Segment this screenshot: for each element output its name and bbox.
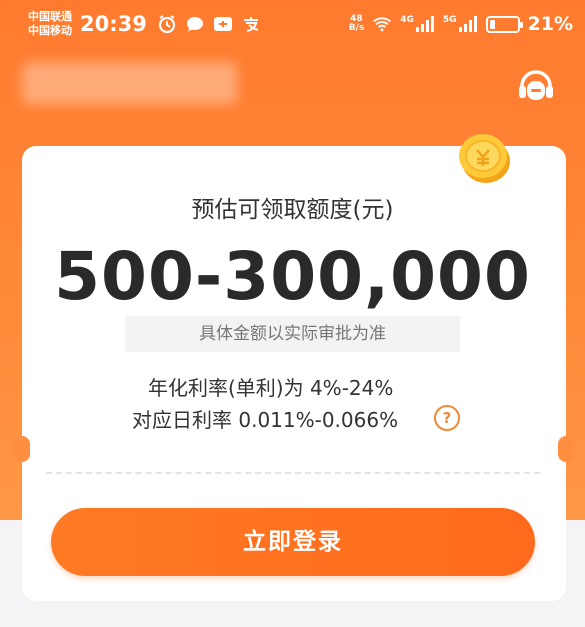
card-notch-left (14, 436, 30, 462)
signal-icon: 4G (400, 15, 435, 33)
coin-icon (455, 128, 513, 186)
limit-amount: 500-300,000 (54, 238, 531, 315)
status-right: 48 B/s 4G 5G 21% (349, 13, 573, 35)
net-speed: 48 B/s (349, 15, 365, 33)
annual-rate: 年化利率(单利)为 4%-24% (148, 376, 394, 400)
status-bar: 中国联通 中国移动 20:39 48 B/s 4G 5G 21% (0, 0, 585, 48)
message-icon (185, 14, 205, 34)
header-title-redacted (22, 62, 237, 104)
card-notch-right (558, 436, 574, 462)
battery-icon (485, 15, 523, 33)
daily-rate: 对应日利率 0.011%-0.066% (132, 408, 399, 432)
wifi-icon (372, 14, 392, 34)
carriers: 中国联通 中国移动 (28, 10, 72, 38)
signal-icon: 5G (443, 15, 478, 33)
alarm-icon (157, 14, 177, 34)
login-button[interactable]: 立即登录 (51, 508, 535, 576)
battery-fill (489, 19, 495, 29)
signal-2-label: 5G (442, 15, 457, 25)
carrier-2: 中国移动 (28, 24, 72, 37)
limit-label: 预估可领取额度(元) (191, 197, 394, 223)
carrier-1: 中国联通 (28, 10, 72, 23)
signal-1-label: 4G (400, 15, 414, 25)
alipay-icon (241, 14, 261, 34)
net-speed-unit: B/s (348, 23, 365, 33)
customer-service-icon[interactable] (516, 68, 556, 108)
battery-percent: 21% (527, 13, 573, 35)
help-icon[interactable]: ? (434, 405, 460, 431)
dashed-divider (46, 472, 540, 474)
app-notify-icon (213, 14, 233, 34)
notification-icons (157, 14, 261, 34)
approval-note: 具体金额以实际审批为准 (125, 316, 460, 352)
clock: 20:39 (80, 12, 147, 36)
